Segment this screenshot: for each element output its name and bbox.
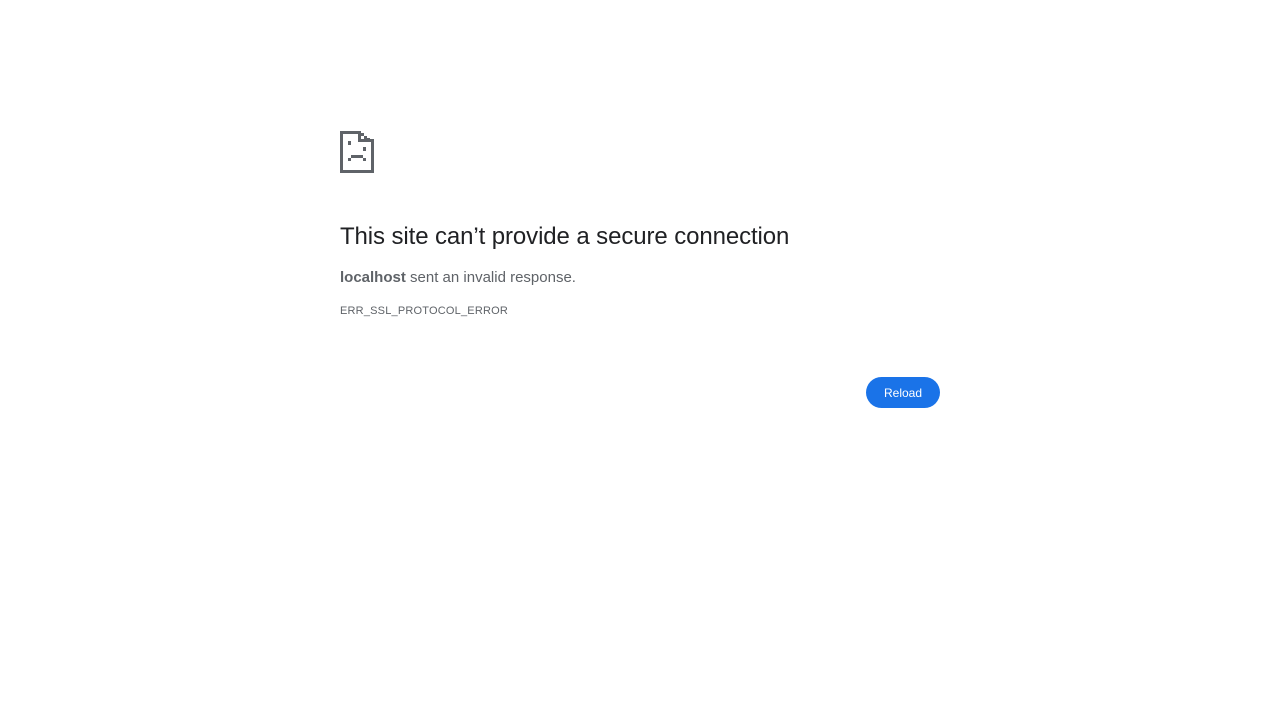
error-content: This site can’t provide a secure connect… [340, 131, 940, 317]
error-page: This site can’t provide a secure connect… [0, 0, 1280, 720]
page-title: This site can’t provide a secure connect… [340, 223, 790, 250]
error-code: ERR_SSL_PROTOCOL_ERROR [340, 305, 509, 318]
host-name: localhost [340, 268, 406, 286]
sad-document-icon [340, 131, 374, 173]
error-description: localhost sent an invalid response. [340, 268, 940, 288]
error-message: sent an invalid response. [405, 268, 576, 286]
reload-button[interactable]: Reload [866, 377, 940, 408]
